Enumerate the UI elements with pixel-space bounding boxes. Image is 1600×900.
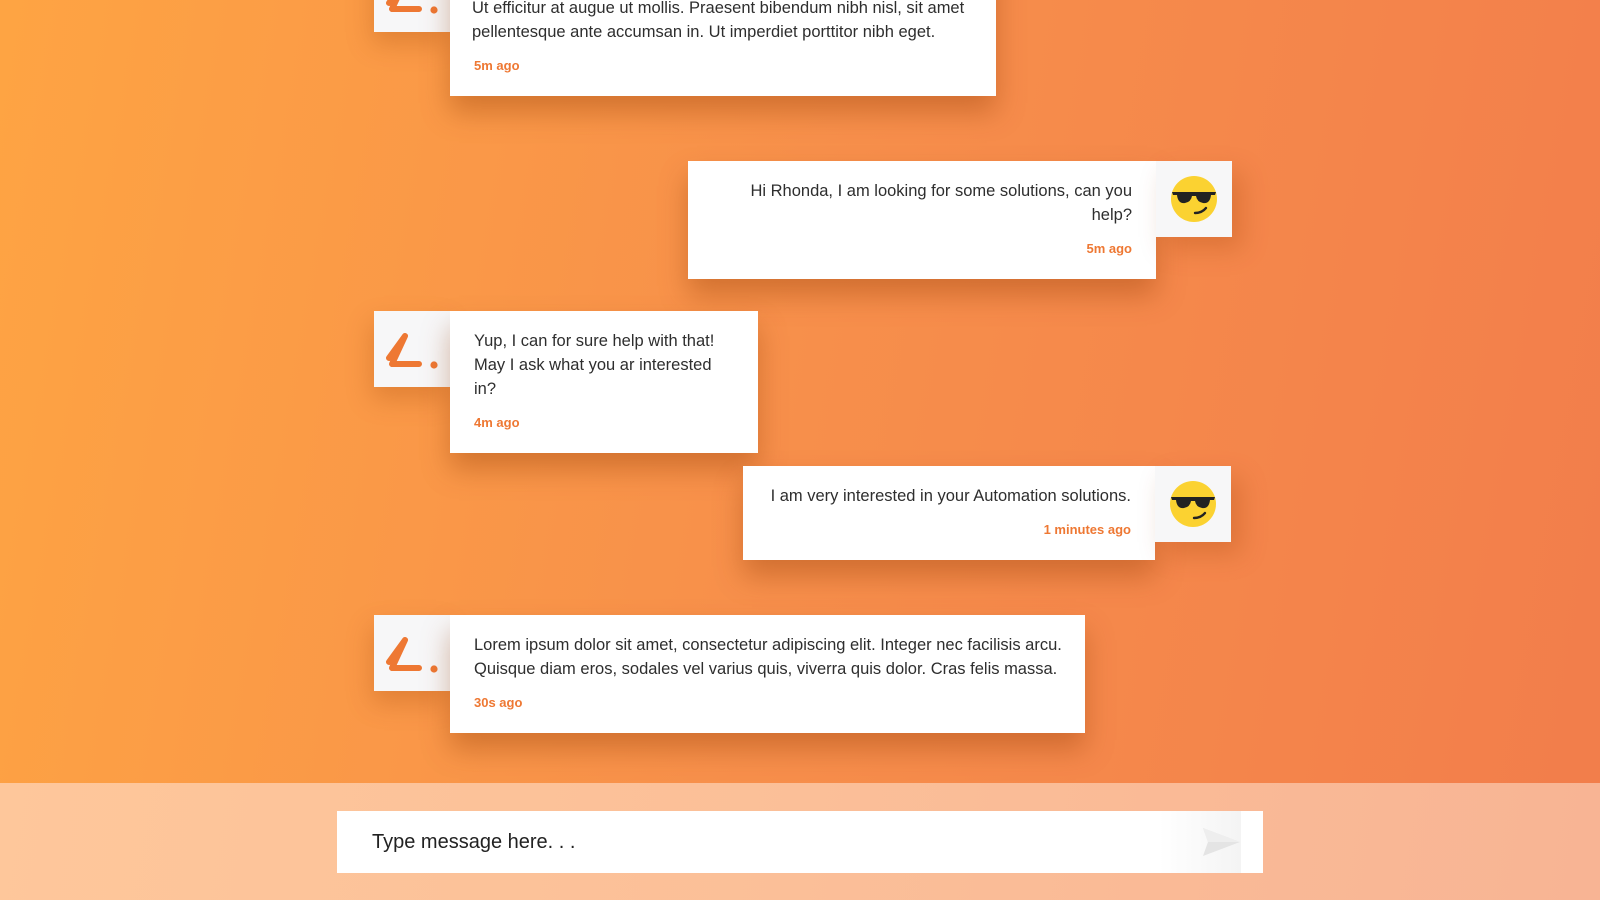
message-bubble: Ut efficitur at augue ut mollis. Praesen… [450,0,996,96]
message-outgoing: Hi Rhonda, I am looking for some solutio… [688,161,1232,279]
message-bubble: I am very interested in your Automation … [743,466,1155,560]
message-timestamp: 30s ago [474,695,523,710]
chat-thread: Ut efficitur at augue ut mollis. Praesen… [0,0,1600,783]
message-bubble: Hi Rhonda, I am looking for some solutio… [688,161,1156,279]
avatar [374,615,450,691]
avatar [374,311,450,387]
message-timestamp: 1 minutes ago [1043,522,1131,537]
message-text: Yup, I can for sure help with that! May … [474,332,715,398]
avatar [1155,466,1231,542]
message-composer [0,783,1600,900]
send-button[interactable] [1159,811,1241,873]
message-timestamp: 5m ago [1086,241,1132,256]
message-input-container [337,811,1263,873]
message-outgoing: I am very interested in your Automation … [743,466,1231,560]
sunglasses-emoji-icon [1171,176,1217,222]
message-incoming: Yup, I can for sure help with that! May … [374,311,758,453]
message-incoming: Lorem ipsum dolor sit amet, consectetur … [374,615,1085,733]
sunglasses-emoji-icon [1170,481,1216,527]
message-text: Hi Rhonda, I am looking for some solutio… [750,182,1132,224]
message-timestamp: 4m ago [474,415,520,430]
brand-logo-icon [386,637,438,673]
avatar [374,0,450,32]
avatar [1156,161,1232,237]
send-icon [1203,828,1240,856]
message-bubble: Yup, I can for sure help with that! May … [450,311,758,453]
message-input[interactable] [337,811,1157,873]
brand-logo-icon [386,0,438,14]
message-timestamp: 5m ago [474,58,520,73]
message-text: I am very interested in your Automation … [770,487,1131,505]
message-incoming: Ut efficitur at augue ut mollis. Praesen… [374,0,996,96]
message-bubble: Lorem ipsum dolor sit amet, consectetur … [450,615,1085,733]
message-text: Lorem ipsum dolor sit amet, consectetur … [474,636,1062,678]
brand-logo-icon [386,333,438,369]
message-text: Ut efficitur at augue ut mollis. Praesen… [472,0,965,41]
